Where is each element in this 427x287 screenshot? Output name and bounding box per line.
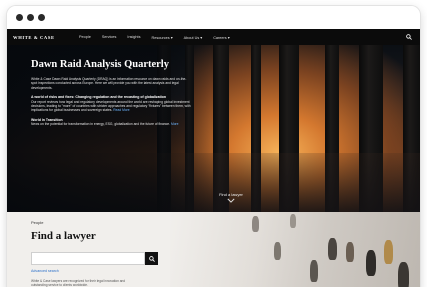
crowd-person [310, 260, 318, 282]
nav-item-insights[interactable]: Insights [127, 35, 140, 40]
more-link[interactable]: More [171, 122, 179, 126]
crowd-photo [170, 212, 420, 287]
crowd-person [252, 216, 259, 232]
section-label: People [31, 220, 44, 225]
crowd-person [346, 242, 354, 262]
crowd-person [328, 238, 337, 260]
hero-title: Dawn Raid Analysis Quarterly [31, 59, 169, 70]
crowd-person [290, 214, 296, 228]
window-dot-minimize[interactable] [27, 14, 34, 21]
site-logo[interactable]: WHITE & CASE [13, 35, 55, 40]
main-menu: People Services Insights Resources ▾ Abo… [79, 35, 230, 40]
find-a-lawyer-cta[interactable]: Find a lawyer [211, 192, 251, 203]
crowd-person [366, 250, 376, 276]
lawyer-search-input[interactable] [31, 252, 145, 265]
nav-item-people[interactable]: People [79, 35, 91, 40]
window-chrome [7, 6, 420, 29]
top-navigation: WHITE & CASE People Services Insights Re… [7, 29, 420, 45]
search-icon[interactable] [406, 34, 412, 40]
advanced-search-link[interactable]: Advanced search [31, 269, 59, 273]
nav-item-careers[interactable]: Careers ▾ [213, 35, 229, 40]
section-title: Find a lawyer [31, 230, 96, 242]
lawyer-search-button[interactable] [145, 252, 158, 265]
article-teaser: A world of risks and fixes: Changing reg… [31, 95, 191, 113]
browser-window: WHITE & CASE People Services Insights Re… [7, 6, 420, 287]
crowd-person [398, 262, 409, 287]
nav-item-resources[interactable]: Resources ▾ [151, 35, 172, 40]
hero-banner: Dawn Raid Analysis Quarterly White & Cas… [7, 45, 420, 212]
crowd-person [274, 242, 281, 260]
search-icon [148, 255, 155, 262]
nav-item-about-us[interactable]: About Us ▾ [184, 35, 203, 40]
section-note: White & Case lawyers are recognized for … [31, 279, 126, 287]
hero-intro: White & Case Dawn Raid Analysis Quarterl… [31, 77, 187, 90]
window-dot-close[interactable] [16, 14, 23, 21]
crowd-person [384, 240, 393, 264]
article-body: News on the potential for transformation… [31, 122, 171, 127]
chevron-down-icon [227, 198, 235, 203]
article-teaser: World in Transition News on the potentia… [31, 118, 191, 127]
window-dot-maximize[interactable] [38, 14, 45, 21]
nav-item-services[interactable]: Services [102, 35, 117, 40]
article-body: Our report reviews how legal and regulat… [31, 99, 191, 113]
hero-content: Dawn Raid Analysis Quarterly White & Cas… [31, 59, 191, 132]
find-lawyer-section: People Find a lawyer Advanced search Whi… [7, 212, 420, 287]
read-more-link[interactable]: Read More [113, 108, 129, 112]
cta-label: Find a lawyer [219, 192, 243, 197]
